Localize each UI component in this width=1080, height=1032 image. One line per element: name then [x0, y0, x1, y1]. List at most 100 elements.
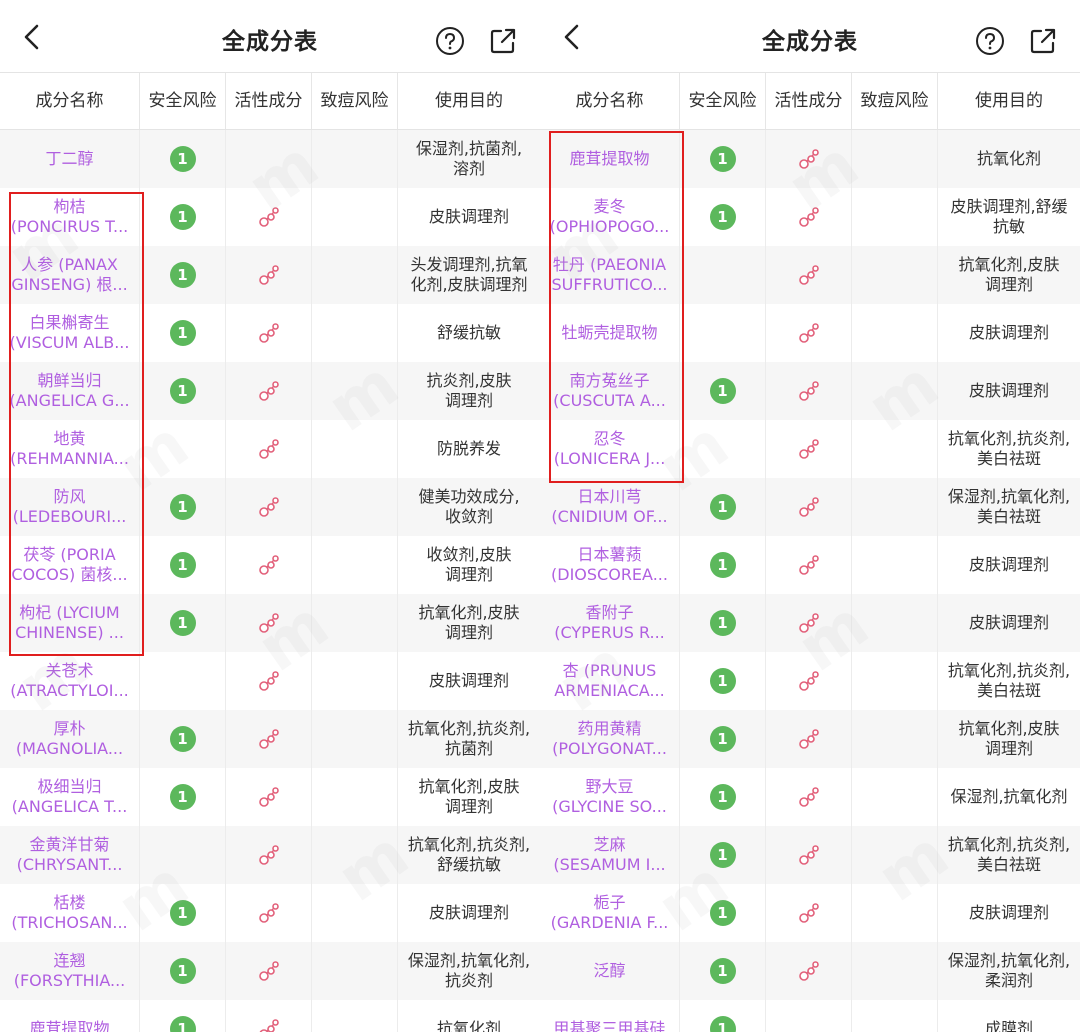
table-row[interactable]: 麦冬 (OPHIOPOGO... 1 皮肤调理剂,舒缓 抗敏 [540, 188, 1080, 246]
active-ingredient-cell [226, 130, 312, 188]
ingredient-name[interactable]: 连翘 (FORSYTHIA... [0, 942, 140, 1000]
ingredient-name-line: 地黄 [53, 429, 86, 448]
share-icon[interactable] [1028, 26, 1058, 56]
column-header-name[interactable]: 成分名称 [540, 73, 680, 129]
active-ingredient-cell [766, 130, 852, 188]
table-row[interactable]: 药用黄精 (POLYGONAT... 1 抗氧化剂,皮肤 调理剂 [540, 710, 1080, 768]
ingredient-name[interactable]: 白果槲寄生 (VISCUM ALB... [0, 304, 140, 362]
ingredient-name[interactable]: 日本川芎 (CNIDIUM OF... [540, 478, 680, 536]
ingredient-name-line: CHINENSE) ... [15, 623, 124, 642]
column-header-purpose[interactable]: 使用目的 [398, 73, 540, 129]
ingredient-name[interactable]: 丁二醇 [0, 130, 140, 188]
share-icon[interactable] [488, 26, 518, 56]
table-row[interactable]: 泛醇 1 保湿剂,抗氧化剂, 柔润剂 [540, 942, 1080, 1000]
ingredient-name[interactable]: 野大豆 (GLYCINE SO... [540, 768, 680, 826]
column-header-active[interactable]: 活性成分 [766, 73, 852, 129]
table-row[interactable]: 日本薯蓣 (DIOSCOREA... 1 皮肤调理剂 [540, 536, 1080, 594]
ingredient-name[interactable]: 栝楼 (TRICHOSAN... [0, 884, 140, 942]
safety-risk-badge: 1 [709, 784, 736, 810]
ingredient-name[interactable]: 忍冬 (LONICERA J... [540, 420, 680, 478]
safety-risk-badge: 1 [169, 204, 196, 230]
table-row[interactable]: 牡蛎壳提取物 皮肤调理剂 [540, 304, 1080, 362]
ingredient-name-line: (ATRACTYLOI... [10, 681, 129, 700]
ingredient-name[interactable]: 鹿茸提取物 [540, 130, 680, 188]
table-row[interactable]: 鹿茸提取物 1 抗氧化剂 [540, 130, 1080, 188]
safety-risk-cell: 1 [140, 884, 226, 942]
table-row[interactable]: 栀子 (GARDENIA F... 1 皮肤调理剂 [540, 884, 1080, 942]
usage-purpose-line: 健美功效成分, [418, 487, 520, 506]
table-row[interactable]: 金黄洋甘菊 (CHRYSANT... 抗氧化剂,抗炎剂, 舒缓抗敏 [0, 826, 540, 884]
table-row[interactable]: 极细当归 (ANGELICA T... 1 抗氧化剂,皮肤 调理剂 [0, 768, 540, 826]
table-row[interactable]: 朝鲜当归 (ANGELICA G... 1 抗炎剂,皮肤 调理剂 [0, 362, 540, 420]
ingredient-name[interactable]: 甲基聚三甲基硅 [540, 1000, 680, 1032]
ingredient-name[interactable]: 牡蛎壳提取物 [540, 304, 680, 362]
table-row[interactable]: 茯苓 (PORIA COCOS) 菌核... 1 收敛剂,皮肤 调理剂 [0, 536, 540, 594]
ingredient-name[interactable]: 日本薯蓣 (DIOSCOREA... [540, 536, 680, 594]
column-header-name[interactable]: 成分名称 [0, 73, 140, 129]
ingredient-name[interactable]: 极细当归 (ANGELICA T... [0, 768, 140, 826]
usage-purpose: 抗氧化剂 [938, 130, 1080, 188]
ingredient-name[interactable]: 南方菟丝子 (CUSCUTA A... [540, 362, 680, 420]
table-row[interactable]: 日本川芎 (CNIDIUM OF... 1 保湿剂,抗氧化剂, 美白祛斑 [540, 478, 1080, 536]
ingredient-name[interactable]: 鹿茸提取物 [0, 1000, 140, 1032]
ingredient-name[interactable]: 朝鲜当归 (ANGELICA G... [0, 362, 140, 420]
ingredient-name[interactable]: 芝麻 (SESAMUM I... [540, 826, 680, 884]
table-row[interactable]: 杏 (PRUNUS ARMENIACA... 1 抗氧化剂,抗炎剂, 美白祛斑 [540, 652, 1080, 710]
usage-purpose: 抗氧化剂,皮肤 调理剂 [398, 768, 540, 826]
table-row[interactable]: 连翘 (FORSYTHIA... 1 保湿剂,抗氧化剂, 抗炎剂 [0, 942, 540, 1000]
question-circle-icon[interactable] [975, 26, 1005, 56]
table-row[interactable]: 牡丹 (PAEONIA SUFFRUTICO... 抗氧化剂,皮肤 调理剂 [540, 246, 1080, 304]
usage-purpose: 抗氧化剂,抗炎剂, 美白祛斑 [938, 652, 1080, 710]
table-row[interactable]: 甲基聚三甲基硅 1 成膜剂 [540, 1000, 1080, 1032]
ingredient-name[interactable]: 泛醇 [540, 942, 680, 1000]
table-row[interactable]: 芝麻 (SESAMUM I... 1 抗氧化剂,抗炎剂, 美白祛斑 [540, 826, 1080, 884]
table-row[interactable]: 鹿茸提取物 1 抗氧化剂 [0, 1000, 540, 1032]
table-row[interactable]: 地黄 (REHMANNIA... 防脱养发 [0, 420, 540, 478]
column-header-safety-risk[interactable]: 安全风险 [680, 73, 766, 129]
ingredient-name[interactable]: 药用黄精 (POLYGONAT... [540, 710, 680, 768]
ingredient-name[interactable]: 枸桔 (PONCIRUS T... [0, 188, 140, 246]
table-row[interactable]: 白果槲寄生 (VISCUM ALB... 1 舒缓抗敏 [0, 304, 540, 362]
table-row[interactable]: 丁二醇 1 保湿剂,抗菌剂, 溶剂 [0, 130, 540, 188]
ingredient-name[interactable]: 人参 (PANAX GINSENG) 根... [0, 246, 140, 304]
ingredient-name[interactable]: 金黄洋甘菊 (CHRYSANT... [0, 826, 140, 884]
table-row[interactable]: 防风 (LEDEBOURI... 1 健美功效成分, 收敛剂 [0, 478, 540, 536]
table-row[interactable]: 人参 (PANAX GINSENG) 根... 1 头发调理剂,抗氧 化剂,皮肤调理剂 [0, 246, 540, 304]
ingredient-name-line: 鹿茸提取物 [29, 1019, 110, 1032]
table-row[interactable]: 厚朴 (MAGNOLIA... 1 抗氧化剂,抗炎剂, 抗菌剂 [0, 710, 540, 768]
ingredient-name[interactable]: 关苍术 (ATRACTYLOI... [0, 652, 140, 710]
question-circle-icon[interactable] [435, 26, 465, 56]
acne-risk-cell [312, 710, 398, 768]
table-row[interactable]: 枸杞 (LYCIUM CHINENSE) ... 1 抗氧化剂,皮肤 调理剂 [0, 594, 540, 652]
acne-risk-cell [312, 826, 398, 884]
table-row[interactable]: 枸桔 (PONCIRUS T... 1 皮肤调理剂 [0, 188, 540, 246]
table-row[interactable]: 关苍术 (ATRACTYLOI... 皮肤调理剂 [0, 652, 540, 710]
ingredient-name[interactable]: 厚朴 (MAGNOLIA... [0, 710, 140, 768]
column-header-acne-risk[interactable]: 致痘风险 [852, 73, 938, 129]
ingredient-name[interactable]: 牡丹 (PAEONIA SUFFRUTICO... [540, 246, 680, 304]
table-row[interactable]: 香附子 (CYPERUS R... 1 皮肤调理剂 [540, 594, 1080, 652]
ingredient-name[interactable]: 枸杞 (LYCIUM CHINENSE) ... [0, 594, 140, 652]
table-row[interactable]: 忍冬 (LONICERA J... 抗氧化剂,抗炎剂, 美白祛斑 [540, 420, 1080, 478]
ingredient-name[interactable]: 栀子 (GARDENIA F... [540, 884, 680, 942]
table-row[interactable]: 栝楼 (TRICHOSAN... 1 皮肤调理剂 [0, 884, 540, 942]
column-header-safety-risk[interactable]: 安全风险 [140, 73, 226, 129]
safety-risk-badge: 1 [169, 262, 196, 288]
column-header-active[interactable]: 活性成分 [226, 73, 312, 129]
safety-risk-cell: 1 [140, 942, 226, 1000]
column-header-purpose[interactable]: 使用目的 [938, 73, 1080, 129]
usage-purpose-line: 抗敏 [992, 217, 1025, 236]
ingredient-name-line: 芝麻 [593, 835, 626, 854]
ingredient-name[interactable]: 防风 (LEDEBOURI... [0, 478, 140, 536]
table-row[interactable]: 南方菟丝子 (CUSCUTA A... 1 皮肤调理剂 [540, 362, 1080, 420]
ingredient-name[interactable]: 香附子 (CYPERUS R... [540, 594, 680, 652]
ingredient-name[interactable]: 茯苓 (PORIA COCOS) 菌核... [0, 536, 140, 594]
ingredient-name[interactable]: 地黄 (REHMANNIA... [0, 420, 140, 478]
ingredient-name-line: (MAGNOLIA... [15, 739, 124, 758]
ingredient-name[interactable]: 杏 (PRUNUS ARMENIACA... [540, 652, 680, 710]
ingredient-name-line: 朝鲜当归 [37, 371, 102, 390]
ingredient-name[interactable]: 麦冬 (OPHIOPOGO... [540, 188, 680, 246]
table-row[interactable]: 野大豆 (GLYCINE SO... 1 保湿剂,抗氧化剂 [540, 768, 1080, 826]
column-header-acne-risk[interactable]: 致痘风险 [312, 73, 398, 129]
acne-risk-cell [312, 884, 398, 942]
